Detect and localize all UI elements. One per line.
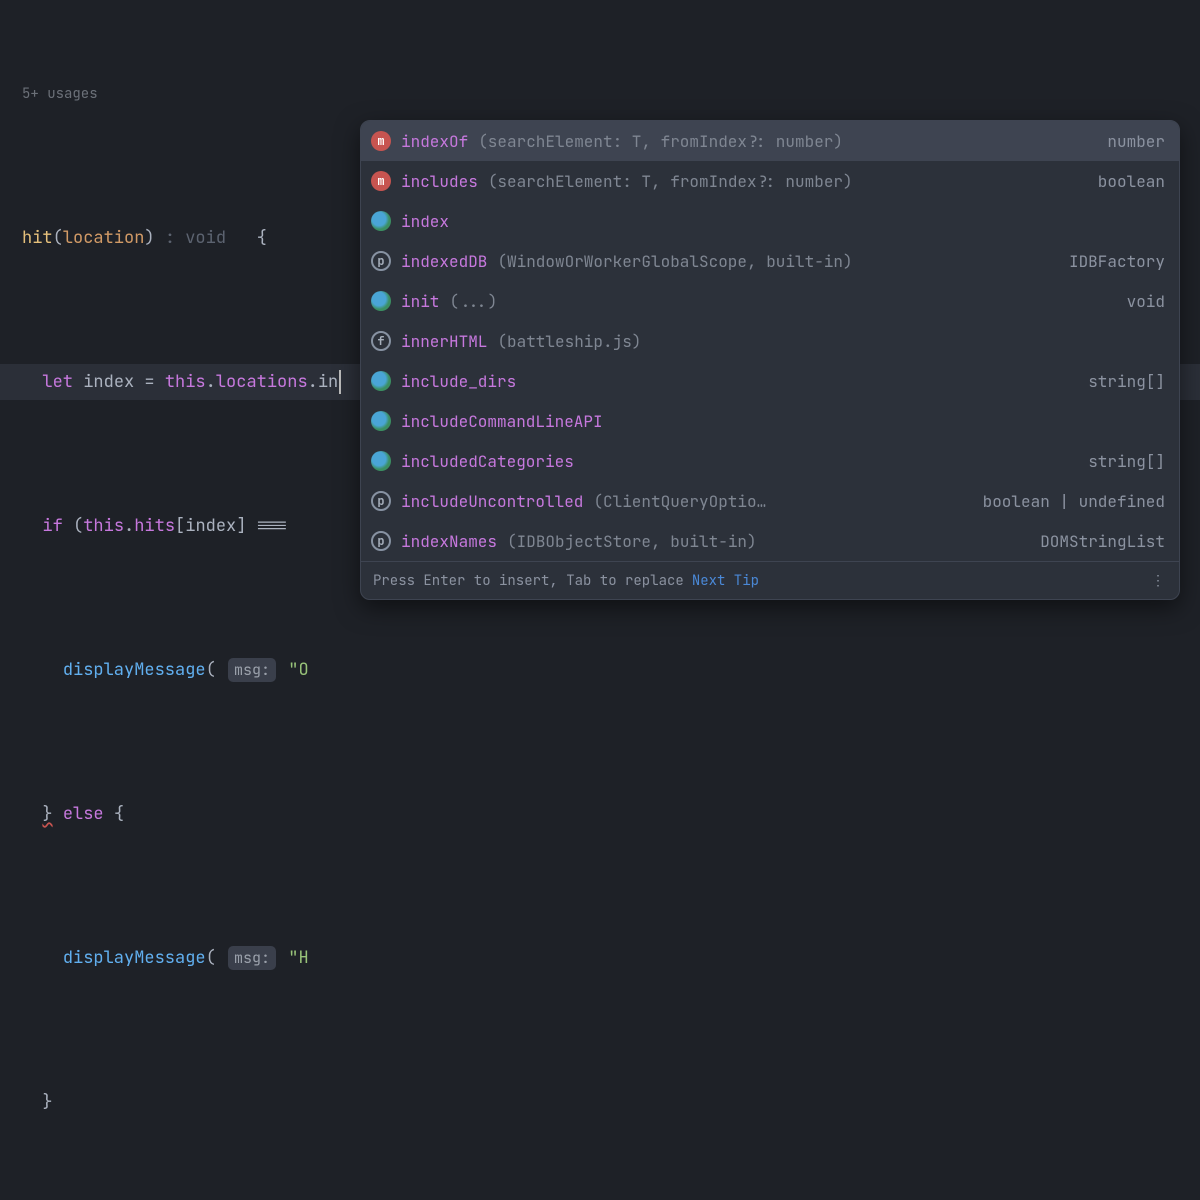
completion-item[interactable]: includeCommandLineAPI [361,401,1179,441]
function-call: displayMessage [63,652,206,688]
completion-popup[interactable]: m indexOf (searchElement: T, fromIndex?: n… [360,120,1180,600]
completion-item[interactable]: m indexOf (searchElement: T, fromIndex?: n… [361,121,1179,161]
completion-type: boolean | undefined [983,491,1165,512]
usages-hint[interactable]: 5+ usages [22,82,1200,106]
completion-signature: (battleship.js) [497,331,1145,352]
method-icon: m [371,131,391,151]
code-line[interactable]: displayMessage( msg: "O [22,652,1200,688]
completion-label: includeUncontrolled [401,491,583,512]
completion-label: indexOf [401,131,468,152]
completion-item[interactable]: p indexedDB (WindowOrWorkerGlobalScope, b… [361,241,1179,281]
completion-signature: (IDBObjectStore, built-in) [507,531,1020,552]
completion-type: boolean [1098,171,1165,192]
var-icon [371,371,391,391]
completion-item[interactable]: p indexNames (IDBObjectStore, built-in) DO… [361,521,1179,561]
string-literal: "O [288,652,308,688]
code-line[interactable]: } [22,1084,1200,1120]
inline-hint: msg: [228,658,276,682]
completion-item[interactable]: index [361,201,1179,241]
property-icon: p [371,491,391,511]
completion-label: innerHTML [401,331,487,352]
completion-item[interactable]: m includes (searchElement: T, fromIndex?: … [361,161,1179,201]
completion-label: init [401,291,439,312]
function-name: hit [22,220,53,256]
property: locations [216,364,308,400]
typed-text: in [318,364,338,400]
keyword-let: let [42,364,83,400]
error-squiggle: } [42,796,52,832]
completion-label: includedCategories [401,451,574,472]
completion-item[interactable]: include_dirs string[] [361,361,1179,401]
method-icon: m [371,171,391,191]
completion-label: includeCommandLineAPI [401,411,603,432]
completion-type: number [1107,131,1165,152]
completion-label: index [401,211,449,232]
completion-footer: Press Enter to insert, Tab to replace Ne… [361,561,1179,599]
property-icon: f [371,331,391,351]
completion-label: includes [401,171,478,192]
completion-hint: Press Enter to insert, Tab to replace [373,572,684,590]
var-icon [371,411,391,431]
keyword-else: else [63,796,104,832]
completion-item[interactable]: p includeUncontrolled (ClientQueryOptio… b… [361,481,1179,521]
var-icon [371,211,391,231]
var-icon [371,451,391,471]
variable: index [83,364,134,400]
keyword-if: if [42,508,62,544]
keyword-this: this [165,364,206,400]
completion-type: DOMStringList [1040,531,1165,552]
completion-signature: (WindowOrWorkerGlobalScope, built-in) [497,251,1049,272]
completion-signature: (searchElement: T, fromIndex?: number) [488,171,1078,192]
completion-type: string[] [1088,371,1165,392]
completion-type: void [1127,291,1165,312]
completion-type: string[] [1088,451,1165,472]
property-icon: p [371,251,391,271]
completion-label: indexedDB [401,251,487,272]
completion-signature: (...) [449,291,1106,312]
completion-label: indexNames [401,531,497,552]
completion-type: IDBFactory [1069,251,1165,272]
completion-item[interactable]: includedCategories string[] [361,441,1179,481]
var-icon [371,291,391,311]
more-icon[interactable]: ⋮ [1151,572,1167,590]
parameter: location [63,220,145,256]
code-line[interactable]: displayMessage( msg: "H [22,940,1200,976]
completion-signature: (ClientQueryOptio… [593,491,962,512]
next-tip-link[interactable]: Next Tip [692,572,759,590]
return-type-hint: : void [155,220,226,256]
code-line[interactable]: } else { [22,796,1200,832]
completion-label: include_dirs [401,371,516,392]
caret [339,370,341,394]
completion-signature: (searchElement: T, fromIndex?: number) [478,131,1087,152]
completion-item[interactable]: f innerHTML (battleship.js) [361,321,1179,361]
completion-item[interactable]: init (...) void [361,281,1179,321]
property-icon: p [371,531,391,551]
